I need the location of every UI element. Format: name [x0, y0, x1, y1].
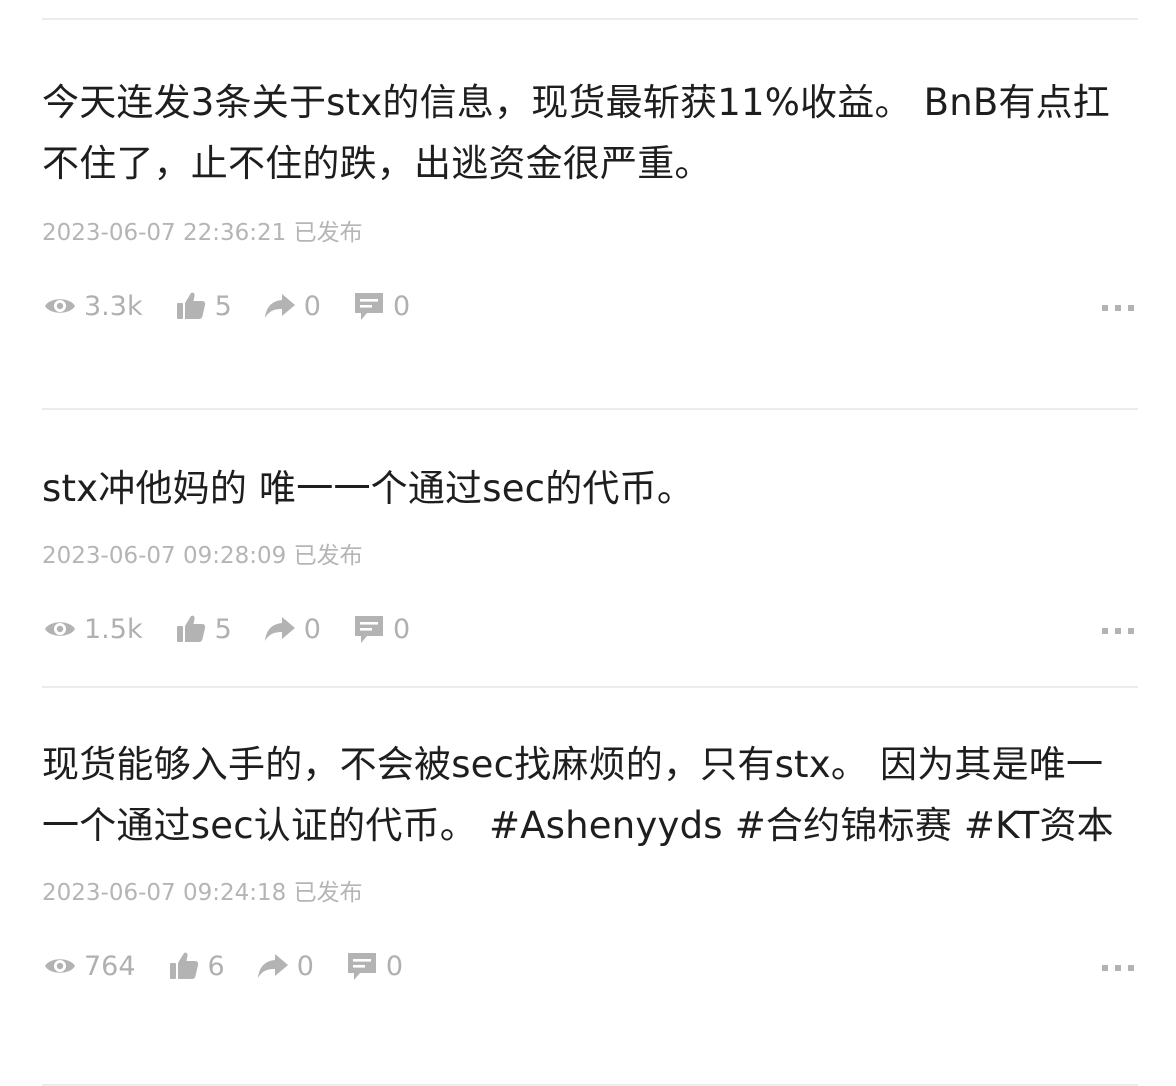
share-button[interactable]: 0: [255, 948, 314, 984]
comments-count: 0: [392, 613, 411, 645]
post-timestamp: 2023-06-07 09:24:18 已发布: [42, 880, 363, 906]
eye-icon: [42, 948, 78, 984]
like-button[interactable]: 5: [173, 611, 232, 647]
eye-icon: [42, 288, 78, 324]
comments-count: 0: [385, 950, 404, 982]
thumbs-up-icon: [166, 948, 202, 984]
comment-icon: [351, 611, 387, 647]
more-options-button[interactable]: [1102, 950, 1134, 982]
shares-count: 0: [303, 290, 321, 322]
views-count: 764: [84, 950, 136, 982]
comment-button[interactable]: 0: [351, 288, 410, 324]
likes-count: 6: [207, 950, 225, 982]
post-stats-bar: 3.3k 5 0 0: [42, 286, 1138, 326]
more-dots-icon: [1102, 297, 1134, 316]
comment-icon: [351, 288, 387, 324]
views-count: 3.3k: [84, 290, 143, 322]
comment-button[interactable]: 0: [344, 948, 403, 984]
more-dots-icon: [1102, 957, 1134, 976]
post-card[interactable]: 现货能够入手的，不会被sec找麻烦的，只有stx。 因为其是唯一一个通过sec认…: [42, 688, 1138, 1084]
eye-icon: [42, 611, 78, 647]
share-button[interactable]: 0: [262, 288, 321, 324]
post-text: 今天连发3条关于stx的信息，现货最斩获11%收益。 BnB有点扛不住了，止不住…: [42, 81, 1111, 185]
share-button[interactable]: 0: [262, 611, 321, 647]
post-stats-bar: 764 6 0 0: [42, 946, 1138, 986]
views-count: 1.5k: [84, 613, 143, 645]
comments-count: 0: [392, 290, 411, 322]
likes-count: 5: [214, 290, 232, 322]
more-options-button[interactable]: [1102, 290, 1134, 322]
post-card[interactable]: stx冲他妈的 唯一一个通过sec的代币。 2023-06-07 09:28:0…: [42, 410, 1138, 686]
thumbs-up-icon: [173, 288, 209, 324]
comment-button[interactable]: 0: [351, 611, 410, 647]
post-card[interactable]: 今天连发3条关于stx的信息，现货最斩获11%收益。 BnB有点扛不住了，止不住…: [42, 20, 1138, 408]
share-arrow-icon: [262, 288, 298, 324]
post-text: 现货能够入手的，不会被sec找麻烦的，只有stx。 因为其是唯一一个通过sec认…: [42, 743, 1114, 847]
comment-icon: [344, 948, 380, 984]
more-dots-icon: [1102, 620, 1134, 639]
views-stat[interactable]: 1.5k: [42, 611, 143, 647]
shares-count: 0: [296, 950, 314, 982]
likes-count: 5: [214, 613, 232, 645]
post-timestamp: 2023-06-07 09:28:09 已发布: [42, 543, 363, 569]
like-button[interactable]: 6: [166, 948, 225, 984]
more-options-button[interactable]: [1102, 613, 1134, 645]
views-stat[interactable]: 764: [42, 948, 136, 984]
post-timestamp: 2023-06-07 22:36:21 已发布: [42, 220, 363, 246]
share-arrow-icon: [255, 948, 291, 984]
shares-count: 0: [303, 613, 321, 645]
thumbs-up-icon: [173, 611, 209, 647]
post-feed: 今天连发3条关于stx的信息，现货最斩获11%收益。 BnB有点扛不住了，止不住…: [42, 0, 1138, 1086]
post-text: stx冲他妈的 唯一一个通过sec的代币。: [42, 467, 695, 510]
like-button[interactable]: 5: [173, 288, 232, 324]
views-stat[interactable]: 3.3k: [42, 288, 143, 324]
share-arrow-icon: [262, 611, 298, 647]
post-stats-bar: 1.5k 5 0 0: [42, 609, 1138, 649]
